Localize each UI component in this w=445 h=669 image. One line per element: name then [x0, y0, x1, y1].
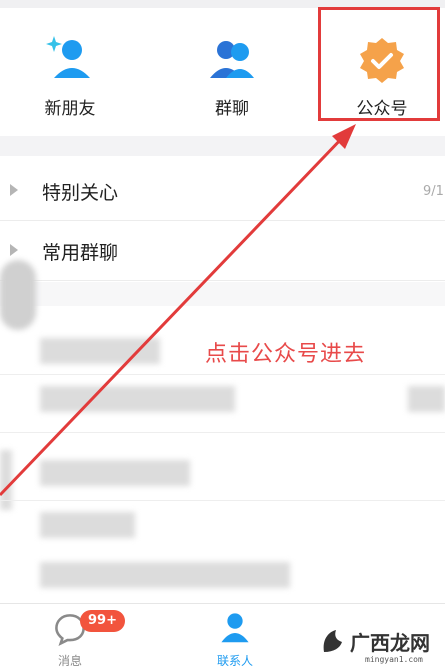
- tab-label: 消息: [57, 654, 82, 668]
- expand-arrow-icon: [10, 184, 18, 196]
- group-special-care[interactable]: 特别关心 9/1: [0, 162, 445, 221]
- watermark-url: mingyan1.com: [365, 655, 423, 664]
- new-friends-entry[interactable]: 新朋友: [0, 8, 140, 128]
- blurred-contact: [40, 338, 160, 364]
- divider: [0, 500, 445, 501]
- section-gap: [0, 282, 445, 306]
- watermark-logo-icon: [323, 630, 342, 652]
- group-chat-entry[interactable]: 群聊: [162, 8, 302, 128]
- blurred-avatar: [0, 260, 36, 330]
- group-count: 9/1: [423, 184, 444, 199]
- blurred-contact: [40, 460, 190, 486]
- watermark-text: 广西龙网: [350, 631, 430, 655]
- highlight-box: [318, 7, 440, 121]
- blurred-contact: [408, 386, 445, 412]
- blurred-avatar: [0, 450, 12, 510]
- blurred-contact: [40, 562, 290, 588]
- blurred-contact: [40, 386, 235, 412]
- contacts-icon: [221, 613, 249, 643]
- group-chat-icon: [210, 41, 254, 78]
- group-label: 常用群聊: [42, 242, 119, 264]
- add-friend-icon: [46, 36, 90, 78]
- blurred-contact: [40, 512, 135, 538]
- expand-arrow-icon: [10, 244, 18, 256]
- divider: [0, 432, 445, 433]
- new-friends-label: 新朋友: [44, 99, 96, 119]
- group-frequent-chats[interactable]: 常用群聊: [0, 222, 445, 281]
- annotation-text: 点击公众号进去: [205, 342, 367, 367]
- unread-badge: 99+: [80, 610, 125, 632]
- group-chat-label: 群聊: [215, 99, 249, 119]
- divider: [0, 374, 445, 375]
- tab-label: 联系人: [216, 654, 253, 668]
- group-label: 特别关心: [42, 182, 119, 204]
- section-gap: [0, 136, 445, 156]
- tab-contacts[interactable]: 联系人: [200, 604, 270, 668]
